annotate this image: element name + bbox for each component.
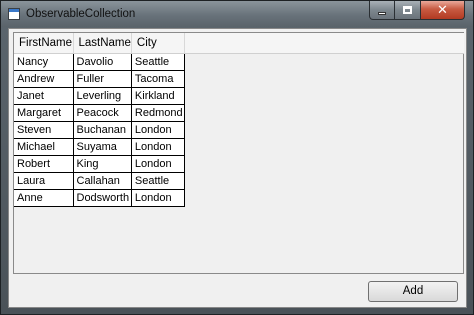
cell-city[interactable]: Seattle [130,171,185,190]
minimize-icon [378,11,386,15]
cell-lastname[interactable]: Davolio [72,52,132,71]
cell-firstname[interactable]: Margaret [14,103,74,122]
maximize-icon [403,6,412,14]
cell-city[interactable]: Tacoma [130,69,185,88]
grid-header-filler [185,33,464,54]
data-grid[interactable]: FirstName LastName City Nancy Davolio Seat… [13,32,464,274]
minimize-button[interactable] [369,1,395,20]
title-bar[interactable]: ObservableCollection ✕ [1,1,473,27]
cell-city[interactable]: Seattle [130,52,185,71]
grid-header-row: FirstName LastName City [14,33,185,54]
table-row[interactable]: Laura Callahan Seattle [14,171,185,190]
cell-lastname[interactable]: Peacock [72,103,132,122]
cell-city[interactable]: Redmond [130,103,185,122]
cell-city[interactable]: London [130,154,185,173]
table-row[interactable]: Andrew Fuller Tacoma [14,69,185,88]
cell-firstname[interactable]: Janet [14,86,74,105]
cell-city[interactable]: London [130,137,185,156]
column-header-city[interactable]: City [131,33,185,54]
cell-firstname[interactable]: Nancy [14,52,74,71]
add-button[interactable]: Add [368,281,458,302]
close-icon: ✕ [437,2,448,18]
cell-lastname[interactable]: Dodsworth [72,188,132,207]
table-row[interactable]: Anne Dodsworth London [14,188,185,207]
cell-lastname[interactable]: Leverling [72,86,132,105]
cell-firstname[interactable]: Steven [14,120,74,139]
table-row[interactable]: Michael Suyama London [14,137,185,156]
cell-city[interactable]: London [130,120,185,139]
client-area: FirstName LastName City Nancy Davolio Seat… [8,28,467,308]
maximize-button[interactable] [395,1,421,20]
cell-firstname[interactable]: Laura [14,171,74,190]
cell-city[interactable]: Kirkland [130,86,185,105]
app-icon[interactable] [8,8,20,20]
grid-table: FirstName LastName City Nancy Davolio Seat… [14,33,185,207]
cell-firstname[interactable]: Andrew [14,69,74,88]
cell-lastname[interactable]: Buchanan [72,120,132,139]
app-window: ObservableCollection ✕ FirstName LastNam… [0,0,474,315]
window-controls: ✕ [369,1,465,20]
table-row[interactable]: Steven Buchanan London [14,120,185,139]
table-row[interactable]: Janet Leverling Kirkland [14,86,185,105]
cell-firstname[interactable]: Robert [14,154,74,173]
table-row[interactable]: Robert King London [14,154,185,173]
cell-firstname[interactable]: Michael [14,137,74,156]
column-header-firstname[interactable]: FirstName [14,33,74,54]
table-row[interactable]: Margaret Peacock Redmond [14,103,185,122]
grid-body: Nancy Davolio Seattle Andrew Fuller Tacoma Jan… [14,52,185,207]
cell-firstname[interactable]: Anne [14,188,74,207]
cell-lastname[interactable]: Suyama [72,137,132,156]
cell-lastname[interactable]: Fuller [72,69,132,88]
cell-lastname[interactable]: Callahan [72,171,132,190]
cell-city[interactable]: London [130,188,185,207]
column-header-lastname[interactable]: LastName [73,33,132,54]
close-button[interactable]: ✕ [421,1,465,20]
window-title: ObservableCollection [26,8,136,20]
table-row[interactable]: Nancy Davolio Seattle [14,52,185,71]
cell-lastname[interactable]: King [72,154,132,173]
